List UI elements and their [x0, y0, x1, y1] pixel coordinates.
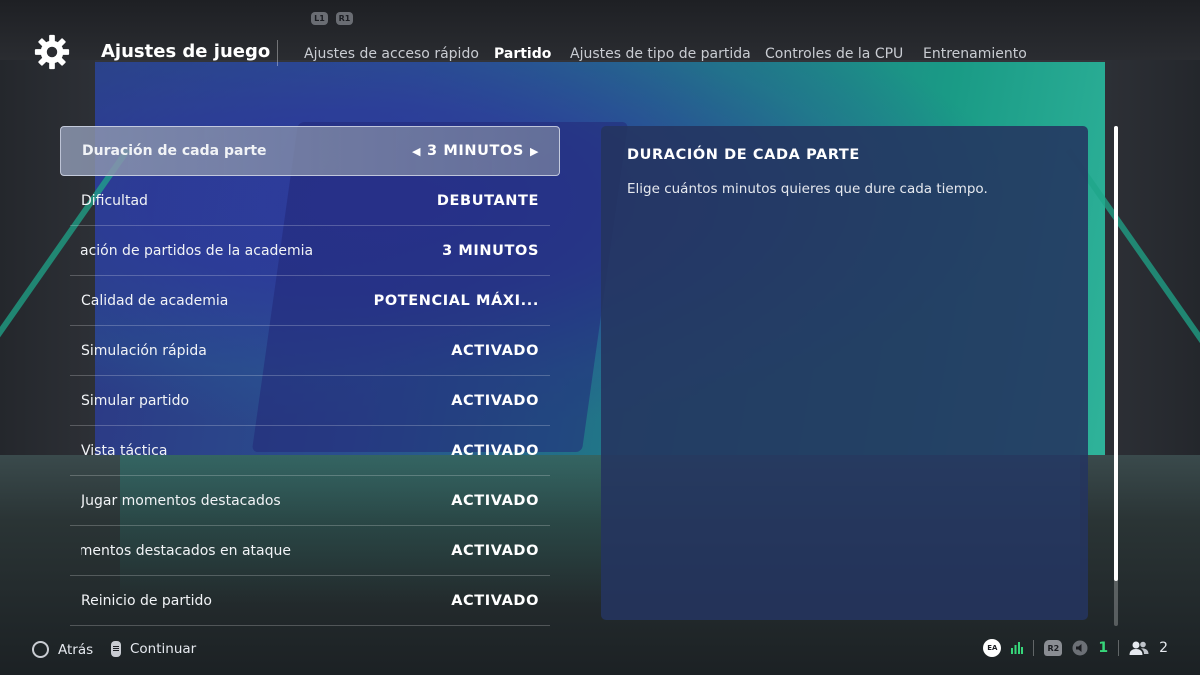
setting-row-simulacion-rapida[interactable]: Simulación rápida ACTIVADO	[70, 326, 550, 376]
setting-label: Duración de cada parte	[82, 143, 267, 159]
setting-value: 3 MINUTOS	[427, 143, 524, 159]
setting-label: ación de partidos de la academia	[80, 242, 314, 259]
setting-row-reinicio[interactable]: Reinicio de partido ACTIVADO	[70, 576, 550, 626]
setting-value: ACTIVADO	[451, 542, 539, 559]
status-bar: EA R2 1 2	[983, 639, 1168, 657]
setting-label: Calidad de academia	[81, 292, 229, 309]
setting-row-calidad-academia[interactable]: Calidad de academia POTENCIAL MÁXI...	[70, 276, 550, 326]
scrollbar-thumb[interactable]	[1114, 126, 1118, 581]
setting-row-simular-partido[interactable]: Simular partido ACTIVADO	[70, 376, 550, 426]
page-title: Ajustes de juego	[101, 41, 271, 62]
tab-partido[interactable]: Partido	[494, 46, 551, 62]
ea-logo-icon: EA	[983, 639, 1002, 657]
tab-entrenamiento[interactable]: Entrenamiento	[923, 46, 1027, 62]
setting-row-dificultad[interactable]: Dificultad DEBUTANTE	[70, 176, 550, 226]
status-divider	[1033, 640, 1035, 656]
setting-label: Momentos destacados en ataque	[81, 542, 291, 559]
description-text: Elige cuántos minutos quieres que dure c…	[627, 181, 988, 197]
setting-value-selector[interactable]: ◀ 3 MINUTOS ▶	[412, 143, 539, 159]
voice-count: 1	[1098, 640, 1109, 656]
continue-hint[interactable]: Continuar	[111, 641, 196, 657]
setting-value: ACTIVADO	[451, 392, 539, 409]
setting-value: 3 MINUTOS	[442, 242, 539, 259]
scrollbar[interactable]	[1114, 126, 1118, 626]
tab-tipo-de-partida[interactable]: Ajustes de tipo de partida	[570, 46, 751, 62]
continue-label: Continuar	[130, 641, 197, 657]
setting-label: Reinicio de partido	[81, 592, 212, 609]
r2-button-icon: R2	[1044, 640, 1063, 656]
setting-label: Simular partido	[81, 392, 190, 409]
l1-button-icon: L1	[311, 12, 328, 25]
circle-button-icon	[32, 641, 49, 658]
setting-value: ACTIVADO	[451, 592, 539, 609]
party-count: 2	[1159, 640, 1168, 656]
r1-button-icon: R1	[336, 12, 353, 25]
settings-list: Duración de cada parte ◀ 3 MINUTOS ▶ Dif…	[60, 126, 560, 626]
setting-label: Vista táctica	[81, 442, 168, 459]
party-members-icon	[1129, 641, 1149, 655]
description-title: DURACIÓN DE CADA PARTE	[627, 147, 860, 163]
tab-controles-cpu[interactable]: Controles de la CPU	[765, 46, 903, 62]
setting-label: Jugar momentos destacados	[81, 492, 281, 509]
description-panel: DURACIÓN DE CADA PARTE Elige cuántos min…	[601, 126, 1088, 620]
back-label: Atrás	[58, 641, 94, 658]
setting-value: ACTIVADO	[451, 492, 539, 509]
setting-label: Dificultad	[81, 192, 148, 209]
gear-icon	[34, 34, 70, 70]
arrow-left-icon[interactable]: ◀	[412, 145, 421, 158]
setting-row-duracion[interactable]: Duración de cada parte ◀ 3 MINUTOS ▶	[60, 126, 560, 176]
back-hint[interactable]: Atrás	[32, 641, 93, 658]
arrow-right-icon[interactable]: ▶	[530, 145, 539, 158]
setting-row-jugar-momentos[interactable]: Jugar momentos destacados ACTIVADO	[70, 476, 550, 526]
setting-value: ACTIVADO	[451, 342, 539, 359]
setting-value: POTENCIAL MÁXI...	[373, 292, 539, 309]
header-divider	[277, 40, 278, 66]
tab-acceso-rapido[interactable]: Ajustes de acceso rápido	[304, 46, 479, 62]
touchpad-button-icon	[111, 641, 121, 657]
setting-value: ACTIVADO	[451, 442, 539, 459]
setting-row-vista-tactica[interactable]: Vista táctica ACTIVADO	[70, 426, 550, 476]
setting-row-momentos-ataque[interactable]: Momentos destacados en ataque ACTIVADO	[70, 526, 550, 576]
status-divider	[1118, 640, 1120, 656]
connection-bars-icon	[1011, 642, 1024, 654]
voice-chat-icon	[1072, 640, 1088, 656]
setting-label: Simulación rápida	[81, 342, 207, 359]
setting-value: DEBUTANTE	[436, 192, 539, 209]
setting-row-duracion-academia[interactable]: ación de partidos de la academia 3 MINUT…	[70, 226, 550, 276]
